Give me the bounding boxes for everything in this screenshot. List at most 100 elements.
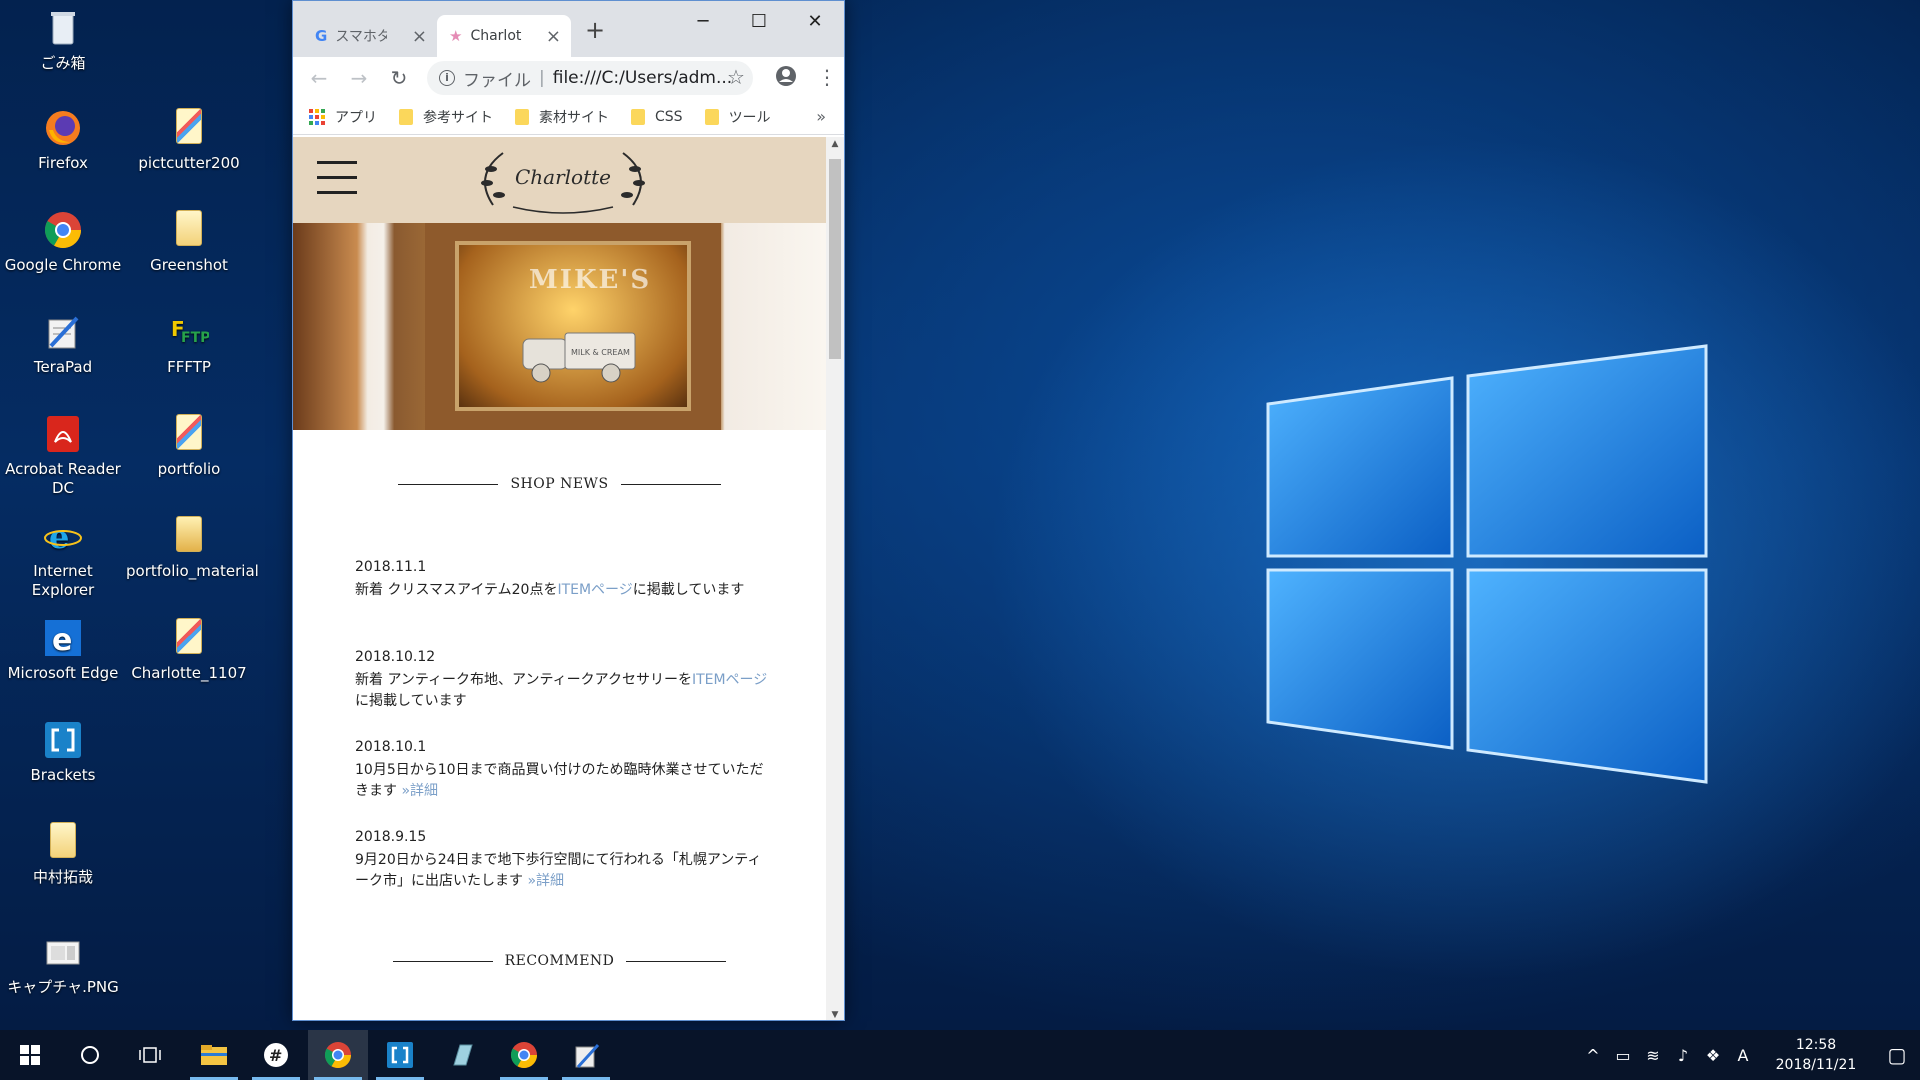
desktop-icon-capture-png[interactable]: キャプチャ.PNG — [0, 932, 126, 997]
system-tray: ^ ▭ ≋ ♪ ❖ A 12:58 2018/11/21 ▢ — [1578, 1030, 1920, 1080]
maximize-button[interactable]: ☐ — [739, 7, 779, 37]
apps-icon — [309, 108, 325, 125]
ime-indicator[interactable]: A — [1728, 1046, 1758, 1065]
wifi-icon[interactable]: ≋ — [1638, 1046, 1668, 1065]
taskbar-chrome-2[interactable] — [494, 1030, 554, 1080]
desktop-icon-greenshot[interactable]: Greenshot — [126, 210, 252, 275]
scroll-up-arrow-icon[interactable]: ▲ — [826, 139, 844, 149]
clock-time: 12:58 — [1795, 1037, 1837, 1053]
hero-shadow-box: MIKE'S MILK & CREAM — [455, 241, 691, 411]
news-text: 10月5日から10日まで商品買い付けのため臨時休業させていただきます »詳細 — [355, 760, 775, 802]
tab-title: Charlot — [470, 28, 522, 44]
new-tab-button[interactable]: + — [575, 15, 615, 45]
close-tab-icon[interactable]: × — [546, 26, 561, 47]
folder-icon — [43, 822, 83, 862]
info-icon[interactable]: i — [439, 70, 455, 86]
close-window-button[interactable]: ✕ — [795, 7, 835, 37]
address-scheme-label: ファイル — [463, 70, 531, 91]
minimize-button[interactable]: ─ — [683, 7, 723, 37]
address-bar[interactable]: i ファイル | file:///C:/Users/adm... — [427, 61, 753, 95]
taskbar-terapad[interactable] — [556, 1030, 616, 1080]
svg-text:e: e — [49, 518, 69, 556]
recommend-heading: RECOMMEND — [293, 953, 826, 969]
folder-icon — [704, 108, 719, 125]
clock-date: 2018/11/21 — [1775, 1057, 1857, 1073]
details-link[interactable]: »詳細 — [401, 783, 438, 799]
scroll-down-arrow-icon[interactable]: ▼ — [826, 1010, 844, 1020]
item-page-link[interactable]: ITEMページ — [557, 582, 632, 598]
battery-icon[interactable]: ▭ — [1608, 1046, 1638, 1065]
star-icon: ★ — [449, 27, 463, 45]
start-button[interactable] — [0, 1030, 60, 1080]
tab-title: スマホタ — [335, 29, 388, 45]
news-text-pre: 新着 クリスマスアイテム20点を — [355, 582, 558, 598]
desktop-icon-label: Google Chrome — [4, 256, 122, 274]
desktop-icon-ffftp[interactable]: F FTP FFFTP — [126, 312, 252, 377]
desktop-icon-internet-explorer[interactable]: e Internet Explorer — [0, 516, 126, 600]
profile-icon[interactable] — [775, 65, 797, 92]
desktop-icon-google-chrome[interactable]: Google Chrome — [0, 210, 126, 275]
item-page-link[interactable]: ITEMページ — [692, 672, 767, 688]
heading-rule — [392, 960, 493, 962]
scrollbar-thumb[interactable] — [829, 159, 841, 359]
tab-charlotte[interactable]: ★ Charlot × — [437, 15, 571, 57]
firefox-icon — [43, 108, 83, 148]
bookmark-label: CSS — [655, 108, 683, 125]
bookmark-material-sites[interactable]: 素材サイト — [515, 107, 609, 127]
desktop-icon-recycle-bin[interactable]: ごみ箱 — [0, 8, 126, 73]
taskbar-chrome[interactable] — [308, 1030, 368, 1080]
chrome-icon — [510, 1042, 538, 1069]
action-center-icon[interactable]: ▢ — [1874, 1043, 1920, 1067]
reload-button[interactable]: ↻ — [379, 66, 419, 90]
details-link[interactable]: »詳細 — [527, 873, 564, 889]
chevron-up-icon[interactable]: ^ — [1578, 1046, 1608, 1065]
desktop-icon-brackets[interactable]: Brackets — [0, 720, 126, 785]
edge-icon: e — [43, 618, 83, 658]
taskbar-slack[interactable]: # — [246, 1030, 306, 1080]
desktop-icon-pictcutter200[interactable]: pictcutter200 — [126, 108, 252, 173]
taskbar-file-explorer[interactable] — [184, 1030, 244, 1080]
bookmark-star-icon[interactable]: ☆ — [727, 65, 745, 89]
close-tab-icon[interactable]: × — [412, 26, 427, 47]
desktop-icon-nakamura-takuya[interactable]: 中村拓哉 — [0, 822, 126, 887]
site-logo[interactable]: Charlotte — [473, 145, 653, 215]
bookmark-reference-sites[interactable]: 参考サイト — [399, 107, 493, 127]
desktop-icon-firefox[interactable]: Firefox — [0, 108, 126, 173]
news-item: 2018.10.12 新着 アンティーク布地、アンティークアクセサリーをITEM… — [355, 647, 775, 712]
slack-icon: # — [264, 1043, 288, 1067]
bookmark-tools[interactable]: ツール — [704, 107, 771, 127]
google-icon: G — [315, 27, 328, 45]
desktop-icon-portfolio[interactable]: portfolio — [126, 414, 252, 479]
volume-muted-icon[interactable]: ♪ — [1668, 1046, 1698, 1065]
clock[interactable]: 12:58 2018/11/21 — [1768, 1035, 1864, 1075]
task-view-button[interactable] — [120, 1030, 180, 1080]
svg-text:FTP: FTP — [181, 330, 209, 346]
folder-icon — [169, 210, 209, 250]
taskbar-brackets[interactable] — [370, 1030, 430, 1080]
hamburger-menu-icon[interactable] — [317, 161, 357, 195]
tab-sumaho[interactable]: G スマホタ × — [303, 15, 437, 57]
desktop-icon-microsoft-edge[interactable]: e Microsoft Edge — [0, 618, 126, 683]
brackets-icon — [387, 1042, 413, 1068]
back-button[interactable]: ← — [299, 66, 339, 90]
desktop-icon-acrobat-reader[interactable]: Acrobat Reader DC — [0, 414, 126, 498]
page-scrollbar[interactable]: ▲ ▼ — [826, 137, 844, 1020]
dropbox-icon[interactable]: ❖ — [1698, 1046, 1728, 1065]
desktop-icon-terapad[interactable]: TeraPad — [0, 312, 126, 377]
taskbar-app[interactable] — [432, 1030, 492, 1080]
hero-photo-frame: MIKE'S MILK & CREAM — [425, 223, 721, 430]
search-button[interactable] — [60, 1030, 120, 1080]
desktop-icon-charlotte-1107[interactable]: Charlotte_1107 — [126, 618, 252, 683]
bookmark-css[interactable]: CSS — [631, 108, 683, 125]
chrome-icon — [43, 210, 83, 250]
folder-icon — [169, 516, 209, 556]
bookmark-apps[interactable]: アプリ — [309, 107, 377, 127]
bookmarks-overflow-button[interactable]: » — [816, 107, 826, 126]
desktop-icon-label: キャプチャ.PNG — [7, 978, 119, 996]
ffftp-icon: F FTP — [169, 312, 210, 352]
menu-kebab-icon[interactable]: ⋮ — [817, 65, 837, 89]
news-date: 2018.10.1 — [355, 739, 427, 755]
desktop-icon-label: FFFTP — [167, 358, 211, 376]
desktop-icon-portfolio-material[interactable]: portfolio_material — [126, 516, 259, 581]
forward-button[interactable]: → — [339, 66, 379, 90]
